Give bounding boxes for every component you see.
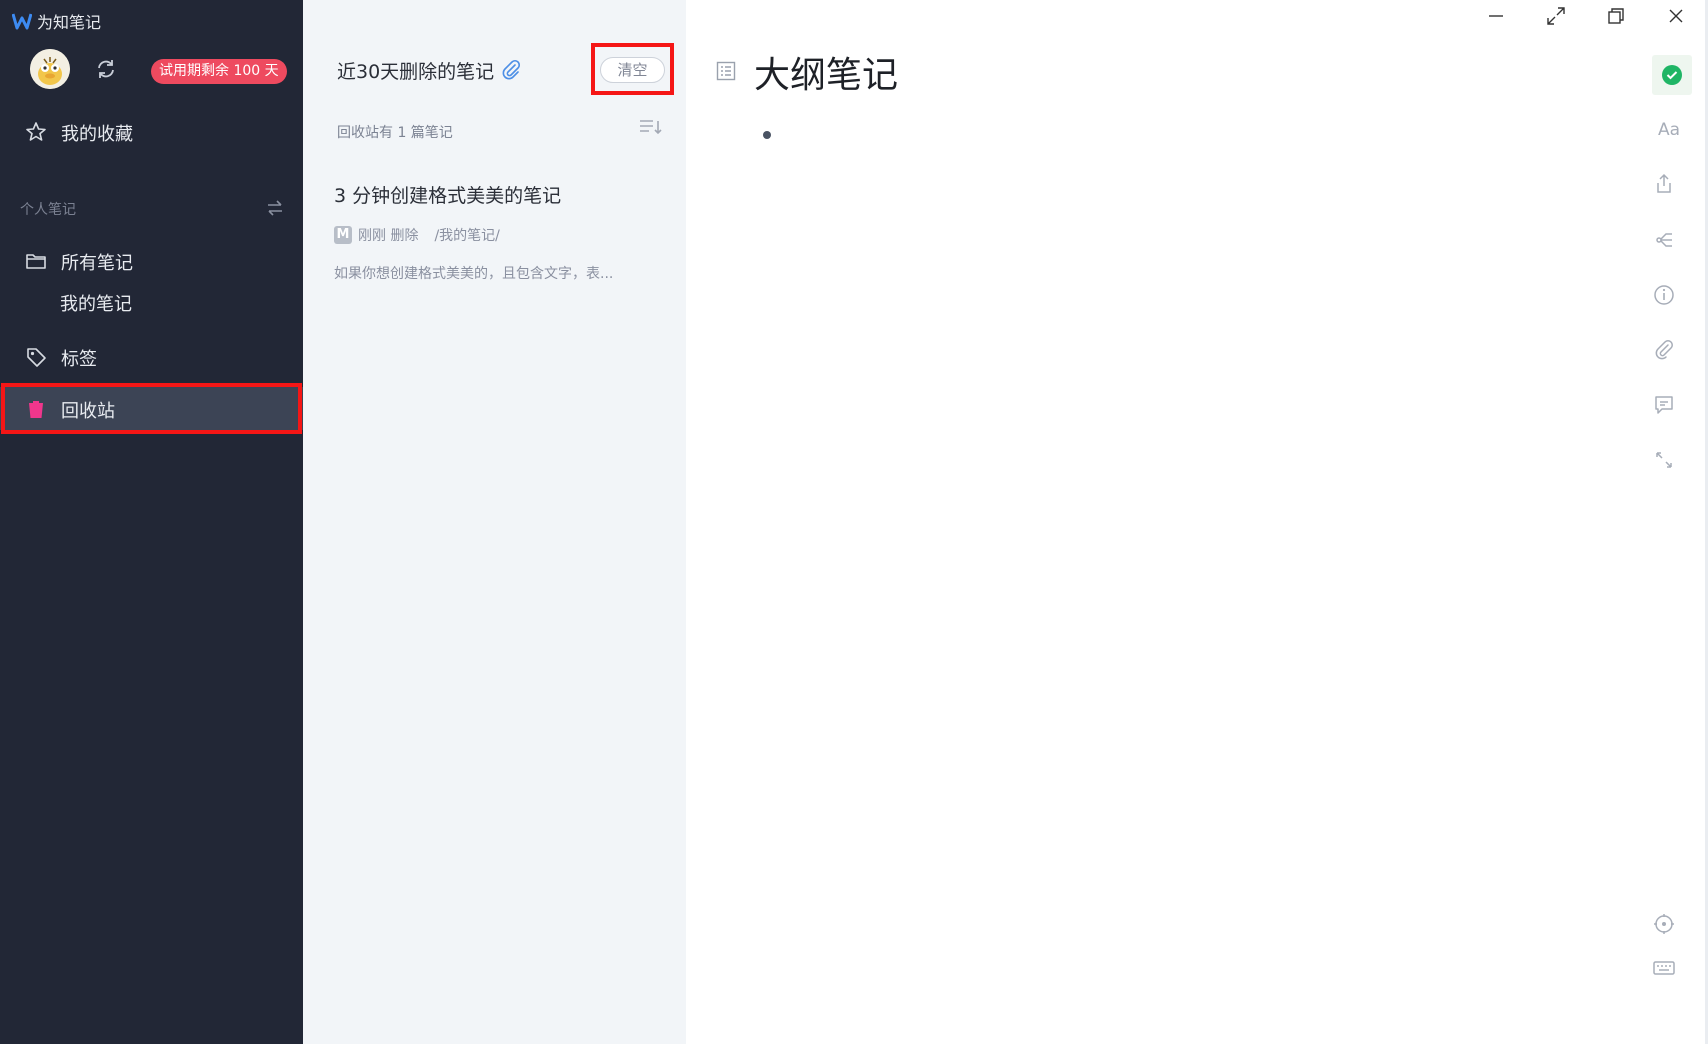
tag-icon <box>27 348 46 367</box>
outline-bullet[interactable] <box>763 131 771 139</box>
clear-button[interactable]: 清空 <box>600 57 665 83</box>
document-title[interactable]: 大纲笔记 <box>754 46 898 98</box>
sync-icon[interactable] <box>94 57 118 81</box>
note-meta: M 刚刚 删除 /我的笔记/ <box>334 226 500 244</box>
minimize-icon[interactable] <box>1484 4 1508 28</box>
brand: 为知笔记 <box>12 10 101 32</box>
mindmap-icon[interactable] <box>1652 228 1676 252</box>
app-name: 为知笔记 <box>37 13 102 32</box>
sidebar-item-favorites[interactable]: 我的收藏 <box>0 111 303 151</box>
close-icon[interactable] <box>1664 4 1688 28</box>
sidebar-item-label: 我的收藏 <box>61 124 133 145</box>
sidebar-item-my-notes[interactable]: 我的笔记 <box>60 290 132 316</box>
paperclip-icon[interactable] <box>500 59 522 81</box>
avatar-image <box>30 49 70 89</box>
keyboard-icon[interactable] <box>1652 956 1676 980</box>
editor: 大纲笔记 Aa <box>686 0 1708 1044</box>
folder-icon <box>26 254 46 269</box>
font-format-icon[interactable]: Aa <box>1658 120 1680 140</box>
fullscreen-icon[interactable] <box>1544 4 1568 28</box>
sidebar-item-label: 所有笔记 <box>61 253 133 274</box>
restore-icon[interactable] <box>1604 4 1628 28</box>
note-list-panel: 近30天删除的笔记 清空 回收站有 1 篇笔记 3 分钟创建格式美美的笔记 M … <box>303 0 686 1044</box>
locate-icon[interactable] <box>1652 912 1676 936</box>
saved-status[interactable] <box>1652 55 1692 95</box>
info-icon[interactable] <box>1652 283 1676 307</box>
switch-icon[interactable] <box>266 200 284 216</box>
comment-icon[interactable] <box>1652 393 1676 417</box>
note-title[interactable]: 3 分钟创建格式美美的笔记 <box>334 181 561 208</box>
sort-icon[interactable] <box>638 118 662 138</box>
app-window: 为知笔记 试用期剩余 100 天 我的收藏 个人笔记 所有笔记 我的笔记 标签 … <box>0 0 1708 1044</box>
trial-badge[interactable]: 试用期剩余 100 天 <box>151 59 287 84</box>
attachment-icon[interactable] <box>1652 338 1676 362</box>
note-path: /我的笔记/ <box>434 228 500 244</box>
note-summary: 如果你想创建格式美美的，且包含文字，表... <box>334 266 614 282</box>
section-label-personal: 个人笔记 <box>20 202 76 218</box>
recycle-count-text: 回收站有 1 篇笔记 <box>337 125 453 141</box>
app-logo-icon <box>12 13 32 30</box>
check-icon <box>1662 65 1682 85</box>
star-icon <box>26 122 46 141</box>
sidebar: 为知笔记 试用期剩余 100 天 我的收藏 个人笔记 所有笔记 我的笔记 标签 … <box>0 0 303 1044</box>
expand-icon[interactable] <box>1652 448 1676 472</box>
note-deleted-time: 刚刚 删除 <box>358 228 419 244</box>
highlight-box <box>1 383 302 434</box>
sidebar-item-label: 标签 <box>61 349 97 370</box>
share-icon[interactable] <box>1652 172 1676 196</box>
list-title: 近30天删除的笔记 <box>337 61 495 83</box>
markdown-badge-icon: M <box>334 226 352 244</box>
sidebar-item-all-notes[interactable]: 所有笔记 <box>0 240 303 280</box>
sidebar-item-tags[interactable]: 标签 <box>0 336 303 376</box>
avatar[interactable] <box>30 49 70 89</box>
outline-icon[interactable] <box>715 60 737 82</box>
